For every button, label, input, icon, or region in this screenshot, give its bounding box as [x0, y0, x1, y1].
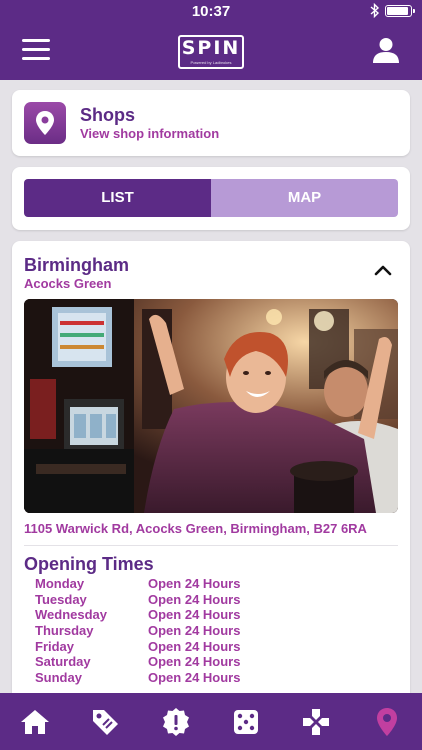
chevron-up-icon[interactable] [374, 263, 392, 276]
bluetooth-icon [370, 2, 380, 21]
hours-row: Tuesday Open 24 Hours [35, 592, 240, 608]
price-tag-icon[interactable] [70, 693, 140, 750]
logo-text: SPIN [181, 37, 241, 59]
header: SPIN Powered by Ladbrokes [0, 22, 422, 80]
hours-value: Open 24 Hours [148, 576, 241, 591]
hours-value: Open 24 Hours [148, 654, 241, 670]
top-app-bar: 10:37 SPIN Powered by Ladbrokes [0, 0, 422, 80]
dice-icon[interactable] [211, 693, 281, 750]
alert-badge-icon[interactable] [141, 693, 211, 750]
logo-subtext: Powered by Ladbrokes [190, 60, 232, 65]
shop-photo [24, 299, 398, 513]
shops-header-card: Shops View shop information [12, 90, 410, 156]
hours-value: Open 24 Hours [148, 623, 241, 639]
home-icon[interactable] [0, 693, 70, 750]
status-bar: 10:37 [0, 0, 422, 22]
shop-area: Acocks Green [24, 276, 112, 291]
list-map-segmented-control: LIST MAP [24, 179, 398, 217]
tab-list[interactable]: LIST [24, 179, 211, 217]
day-label: Thursday [35, 623, 94, 639]
location-pin-icon[interactable] [352, 693, 422, 750]
opening-times-title: Opening Times [24, 554, 154, 574]
hours-value: Open 24 Hours [148, 638, 241, 654]
divider [24, 545, 398, 546]
hours-row: Sunday Open 24 Hours [35, 670, 240, 686]
view-toggle-card: LIST MAP [12, 167, 410, 230]
shop-city: Birmingham [24, 255, 130, 275]
tab-map[interactable]: MAP [211, 179, 398, 217]
day-label: Friday [35, 638, 75, 654]
shops-title: Shops [80, 105, 136, 125]
hours-row: Monday Open 24 Hours [35, 576, 240, 592]
hamburger-menu-icon[interactable] [22, 39, 50, 61]
hours-value: Open 24 Hours [148, 591, 241, 607]
battery-icon [385, 5, 415, 17]
spin-logo[interactable]: SPIN Powered by Ladbrokes [178, 35, 244, 69]
status-time: 10:37 [191, 3, 231, 20]
user-icon[interactable] [372, 36, 400, 64]
hours-row: Friday Open 24 Hours [35, 639, 240, 655]
hours-value: Open 24 Hours [148, 607, 241, 623]
hours-value: Open 24 Hours [148, 670, 241, 686]
gamepad-icon[interactable] [281, 693, 351, 750]
day-label: Monday [35, 576, 85, 591]
day-label: Wednesday [35, 607, 108, 623]
shop-detail-card: Birmingham Acocks Green 1105 Warwick Rd,… [12, 241, 410, 711]
hours-row: Wednesday Open 24 Hours [35, 607, 240, 623]
shop-address-link[interactable]: 1105 Warwick Rd, Acocks Green, Birmingha… [24, 521, 367, 536]
hours-row: Saturday Open 24 Hours [35, 654, 240, 670]
hours-row: Thursday Open 24 Hours [35, 623, 240, 639]
opening-hours-list: Monday Open 24 Hours Tuesday Open 24 Hou… [35, 576, 240, 686]
location-pin-icon [24, 102, 66, 144]
day-label: Sunday [35, 670, 82, 686]
day-label: Saturday [35, 654, 91, 670]
view-shop-info-link[interactable]: View shop information [80, 126, 219, 141]
day-label: Tuesday [35, 591, 87, 607]
bottom-tab-bar [0, 693, 422, 750]
